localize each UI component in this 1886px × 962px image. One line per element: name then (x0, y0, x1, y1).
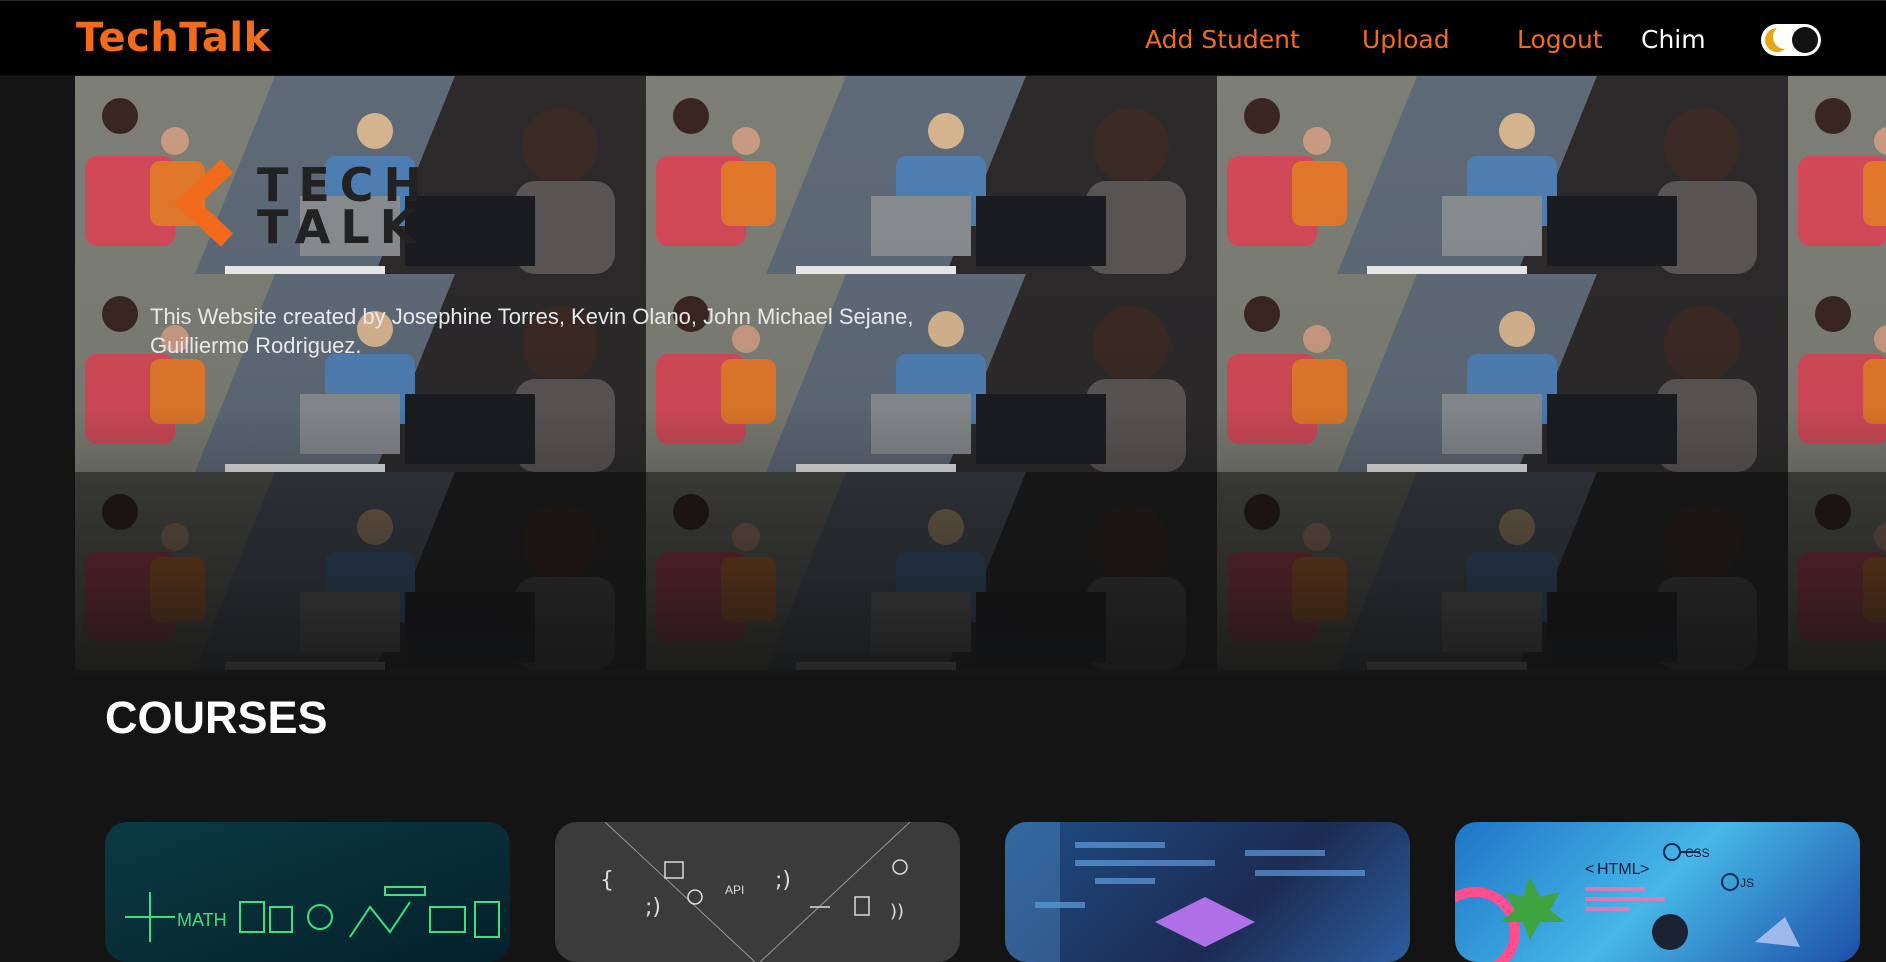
hero-banner: TECH TALK This Website created by Joseph… (75, 76, 1886, 676)
svg-text:;): ;) (645, 895, 661, 920)
svg-text:>: > (1640, 861, 1649, 878)
logout-link[interactable]: Logout (1517, 25, 1603, 54)
svg-text:<: < (1585, 861, 1594, 878)
hero-logo-text: TECH TALK (257, 158, 433, 254)
toggle-knob (1792, 27, 1818, 53)
moon-icon (1765, 28, 1789, 52)
navbar: TechTalk Add Student Upload Logout Chim (0, 0, 1886, 75)
html-label: HTML (1597, 861, 1641, 878)
course-card-api[interactable]: { ;) ;) )) API (555, 822, 960, 962)
theme-toggle[interactable] (1761, 24, 1821, 56)
upload-link[interactable]: Upload (1362, 25, 1450, 54)
math-course-image: MATH (125, 886, 500, 942)
svg-text:{: { (600, 868, 614, 893)
svg-text:)): )) (890, 901, 904, 922)
js-label: JS (1740, 876, 1754, 890)
code-course-image (1005, 822, 1365, 962)
css-label: CSS (1685, 846, 1710, 860)
math-card-label: MATH (177, 910, 227, 930)
user-name: Chim (1641, 25, 1706, 54)
web-course-image: < HTML > CSS JS (1455, 843, 1800, 962)
course-card-web[interactable]: < HTML > CSS JS (1455, 822, 1860, 962)
api-course-image: { ;) ;) )) API (600, 822, 911, 962)
add-student-link[interactable]: Add Student (1145, 25, 1300, 54)
brand-logo[interactable]: TechTalk (76, 15, 271, 61)
svg-text:;): ;) (775, 868, 791, 893)
course-card-code[interactable] (1005, 822, 1410, 962)
chevron-logo-icon (173, 159, 234, 247)
course-card-math[interactable]: MATH (105, 822, 510, 962)
courses-heading: COURSES (105, 692, 328, 743)
techtalk-hero-logo: TECH TALK (157, 158, 422, 250)
api-card-label: API (725, 883, 744, 897)
hero-credit-text: This Website created by Josephine Torres… (150, 304, 914, 358)
